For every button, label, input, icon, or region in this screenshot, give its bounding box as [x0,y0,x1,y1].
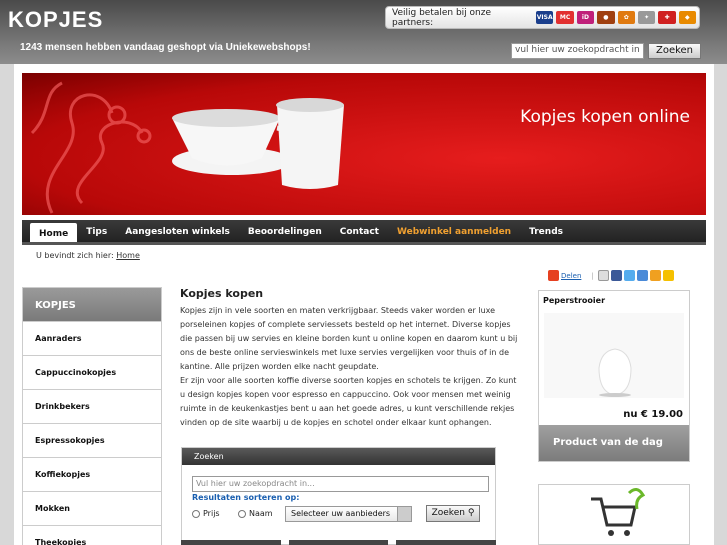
nav-trends[interactable]: Trends [520,220,572,242]
nav-contact[interactable]: Contact [331,220,388,242]
visitor-tagline: 1243 mensen hebben vandaag geshopt via U… [20,42,311,53]
nav-home[interactable]: Home [30,223,78,242]
sort-label: Resultaten sorteren op: [192,493,300,502]
nav-aangesloten-winkels[interactable]: Aangesloten winkels [116,220,239,242]
bottom-tab[interactable] [396,540,497,545]
sort-price-label: Prijs [203,509,220,518]
ups-icon: ✦ [637,11,656,24]
breadcrumb-prefix: U bevindt zich hier: [36,251,114,260]
main-navigation: Home Tips Aangesloten winkels Beoordelin… [22,220,706,245]
sidebar-item-koffiekopjes[interactable]: Koffiekopjes [22,458,162,492]
sidebar-item-mokken[interactable]: Mokken [22,492,162,526]
header-banner: Kopjes kopen online [22,73,706,215]
mastercard-icon: MC [556,11,574,24]
partners-label: Veilig betalen bij onze partners: [392,7,492,28]
share-label[interactable]: Delen [561,272,581,280]
site-logo[interactable]: KOPJES [8,7,103,33]
facebook-icon[interactable] [610,270,622,281]
nujij-icon[interactable] [649,270,661,281]
plus-icon[interactable] [548,270,559,281]
page-title: Kopjes kopen [180,287,264,300]
product-of-day-label[interactable]: Product van de dag [539,425,689,461]
partner-logo[interactable] [538,484,690,545]
hyves-icon[interactable] [636,270,648,281]
search-box-title: Zoeken [182,448,495,465]
twitter-icon[interactable] [623,270,635,281]
cart-logo-icon [591,488,646,536]
separator: | [591,271,594,280]
sidebar-title: KOPJES [22,287,162,322]
sidebar-item-cappuccinokopjes[interactable]: Cappuccinokopjes [22,356,162,390]
sidebar-item-espressokopjes[interactable]: Espressokopjes [22,424,162,458]
mail-icon[interactable] [597,270,609,281]
top-search-button[interactable]: Zoeken [648,43,701,59]
sort-name-label: Naam [249,509,273,518]
search-input[interactable]: Vul hier uw zoekopdracht in... [192,476,489,492]
nav-webwinkel-aanmelden[interactable]: Webwinkel aanmelden [388,220,520,242]
intro-paragraph: Kopjes zijn in vele soorten en maten ver… [180,306,518,371]
breadcrumb: U bevindt zich hier: Home [36,251,140,260]
sidebar-item-aanraders[interactable]: Aanraders [22,322,162,356]
bottom-tabs [181,540,497,545]
main-content: Kopjes kopen Kopjes zijn in vele soorten… [180,287,520,430]
product-search-box: Zoeken Vul hier uw zoekopdracht in... Re… [181,447,496,545]
dhl-icon: ✚ [658,11,676,24]
radio-circle-icon[interactable] [238,509,246,518]
bank-icon: ◆ [678,11,697,24]
search-icon: ⚲ [467,508,475,518]
nav-tips[interactable]: Tips [77,220,116,242]
ideal-icon: iD [576,11,595,24]
site-header: KOPJES 1243 mensen hebben vandaag geshop… [0,0,727,64]
product-title[interactable]: Peperstrooier [543,296,605,305]
search-button-label: Zoeken [431,508,465,518]
second-paragraph: Er zijn voor alle soorten koffie diverse… [180,376,517,427]
banner-title: Kopjes kopen online [520,107,690,127]
visa-icon: VISA [536,11,554,24]
payment-partners: Veilig betalen bij onze partners: VISA M… [385,6,700,29]
bottom-tab[interactable] [181,540,281,545]
sidebar-item-drinkbekers[interactable]: Drinkbekers [22,390,162,424]
search-button[interactable]: Zoeken ⚲ [426,505,480,522]
sort-name-radio[interactable]: Naam [238,509,273,518]
paypal-icon: ● [597,11,615,24]
product-price: nu € 19.00 [623,409,683,420]
share-bar: Delen | [548,270,676,281]
sort-price-radio[interactable]: Prijs [192,509,220,518]
provider-select[interactable]: Selecteer uw aanbieders [285,506,412,522]
product-image[interactable] [539,313,689,398]
giropay-icon: ✿ [617,11,635,24]
nav-beoordelingen[interactable]: Beoordelingen [239,220,331,242]
banner-illustration [30,81,344,214]
bottom-tab[interactable] [288,540,389,545]
breadcrumb-home-link[interactable]: Home [116,251,140,260]
top-search-input[interactable]: vul hier uw zoekopdracht in [511,43,644,59]
favorite-icon[interactable] [662,270,674,281]
product-of-the-day[interactable]: Peperstrooier nu € 19.00 Product van de … [538,290,690,462]
radio-circle-icon[interactable] [192,509,200,518]
category-sidebar: KOPJES Aanraders Cappuccinokopjes Drinkb… [22,287,162,545]
sidebar-item-theekopjes[interactable]: Theekopjes [22,526,162,545]
